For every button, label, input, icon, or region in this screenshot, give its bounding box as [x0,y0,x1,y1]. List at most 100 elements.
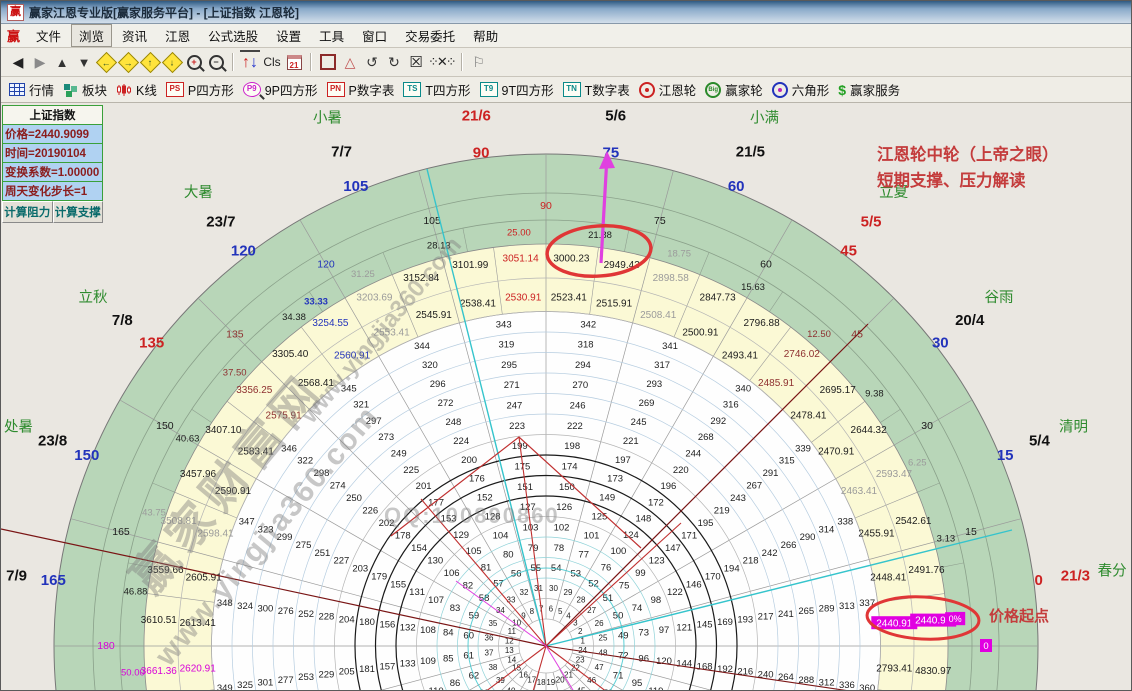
svg-text:0%: 0% [949,614,962,624]
svg-text:150: 150 [559,482,575,493]
svg-text:3356.25: 3356.25 [236,385,273,396]
svg-text:205: 205 [339,667,355,678]
svg-text:317: 317 [654,360,670,371]
svg-text:172: 172 [648,497,664,508]
svg-text:271: 271 [504,380,520,391]
svg-text:107: 107 [428,595,444,606]
menu-item-browse[interactable]: 浏览 [71,24,113,47]
svg-text:291: 291 [763,468,779,479]
svg-text:217: 217 [758,612,774,623]
tick-updown-icon[interactable]: ↑ ↓ [240,50,260,74]
nav-back-icon[interactable]: ◀ [8,51,28,73]
menu-item-formula[interactable]: 公式选股 [200,24,266,47]
calc-resistance-button[interactable]: 计算阻力 [2,201,53,223]
svg-text:4830.97: 4830.97 [915,666,952,677]
svg-text:86: 86 [450,678,461,689]
toolbar-item-9t-square[interactable]: T9 9T四方形 [479,80,554,99]
toolbar-separator [232,53,234,71]
svg-text:45: 45 [577,687,586,690]
instrument-name: 上证指数 [2,105,103,125]
menu-item-settings[interactable]: 设置 [268,24,309,47]
svg-text:2793.41: 2793.41 [876,663,913,674]
pointer-up-icon[interactable]: ▲ [52,51,72,73]
svg-text:78: 78 [554,543,565,554]
toolbar-item-t-square[interactable]: TS T四方形 [403,80,471,99]
svg-text:297: 297 [366,416,382,427]
svg-text:32: 32 [520,588,529,597]
menu-item-news[interactable]: 资讯 [114,24,155,47]
triangle-outline-icon[interactable]: △ [340,51,360,73]
cls-button[interactable]: Cls [262,51,282,73]
hexagon-icon [771,81,788,98]
diamond-left-icon[interactable]: ← [95,51,117,73]
calendar-icon[interactable]: 21 [284,51,304,73]
toolbar-item-p-table[interactable]: PN P数字表 [326,80,394,99]
toolbar-item-kline[interactable]: K线 [116,80,157,99]
ps-chip-icon: PS [165,82,184,97]
svg-text:15: 15 [997,447,1014,464]
toolbar-item-gann-wheel[interactable]: 江恩轮 [638,80,696,99]
toolbar-item-sectors[interactable]: 板块 [63,80,107,99]
svg-text:267: 267 [746,481,762,492]
svg-text:200: 200 [461,455,477,466]
diamond-down-icon[interactable]: ↓ [161,51,183,73]
diamond-up-icon[interactable]: ↑ [139,51,161,73]
svg-text:171: 171 [681,531,697,542]
nav-forward-icon[interactable]: ▶ [30,51,50,73]
svg-text:5/6: 5/6 [605,108,626,125]
svg-text:144: 144 [676,659,692,670]
svg-text:150: 150 [156,420,174,432]
svg-text:50.00: 50.00 [121,668,145,679]
svg-text:28: 28 [577,596,586,605]
x-square-icon[interactable]: ☒ [406,51,426,73]
grid-icon [9,83,25,96]
svg-text:2898.58: 2898.58 [653,273,690,284]
svg-text:3000.23: 3000.23 [553,253,590,264]
diamond-right-icon[interactable]: → [117,51,139,73]
toolbar-item-quotes[interactable]: 行情 [9,80,54,99]
zoom-in-icon[interactable]: + [184,51,204,73]
square-outline-icon[interactable] [318,51,338,73]
rotate-cw-icon[interactable]: ↻ [384,51,404,73]
price-origin-label: 价格起点 [989,608,1050,625]
resize-icon[interactable]: ⁘✕⁘ [428,51,457,73]
svg-text:2575.91: 2575.91 [266,411,303,422]
svg-text:40.63: 40.63 [176,434,200,445]
svg-text:344: 344 [414,341,430,352]
toolbar-item-9p-square[interactable]: P9 9P四方形 [242,80,318,99]
svg-text:221: 221 [623,436,639,447]
menu-item-help[interactable]: 帮助 [465,24,506,47]
svg-text:3610.51: 3610.51 [141,615,178,626]
zoom-out-icon[interactable]: − [206,51,226,73]
menu-item-trade[interactable]: 交易委托 [397,24,463,47]
toolbar-item-hexagon[interactable]: 六角形 [771,80,829,99]
menu-item-window[interactable]: 窗口 [354,24,395,47]
toolbar-item-service[interactable]: $ 赢家服务 [838,80,900,99]
menu-item-file[interactable]: 文件 [28,24,69,47]
svg-text:110: 110 [429,686,444,690]
menu-item-gann[interactable]: 江恩 [157,24,198,47]
svg-text:274: 274 [330,481,346,492]
toolbar-item-t-table[interactable]: TN T数字表 [562,80,630,99]
pointer-down-icon[interactable]: ▼ [74,51,94,73]
menu-item-tools[interactable]: 工具 [311,24,352,47]
toolbar-item-p-square[interactable]: PS P四方形 [165,80,234,99]
calc-support-button[interactable]: 计算支撑 [52,201,103,223]
toolbar-item-winner-wheel[interactable]: Big 赢家轮 [705,80,763,99]
rotate-ccw-icon[interactable]: ↺ [362,51,382,73]
svg-text:120: 120 [656,656,672,667]
svg-text:202: 202 [379,518,395,529]
svg-text:153: 153 [441,514,457,525]
svg-text:春分: 春分 [1098,562,1127,579]
svg-text:293: 293 [646,379,662,390]
svg-text:35: 35 [488,619,497,628]
whiteboard-flag-icon[interactable]: ⚐ [469,51,489,73]
menu-bar: 赢 文件 浏览 资讯 江恩 公式选股 设置 工具 窗口 交易委托 帮助 [1,24,1131,48]
svg-text:18.75: 18.75 [667,249,691,260]
svg-text:345: 345 [341,384,357,395]
app-icon[interactable]: 赢 [7,3,24,21]
svg-text:大暑: 大暑 [184,184,213,201]
svg-text:6.25: 6.25 [908,457,927,468]
conversion-factor: 变换系数=1.00000 [2,163,103,182]
svg-text:313: 313 [839,601,855,612]
